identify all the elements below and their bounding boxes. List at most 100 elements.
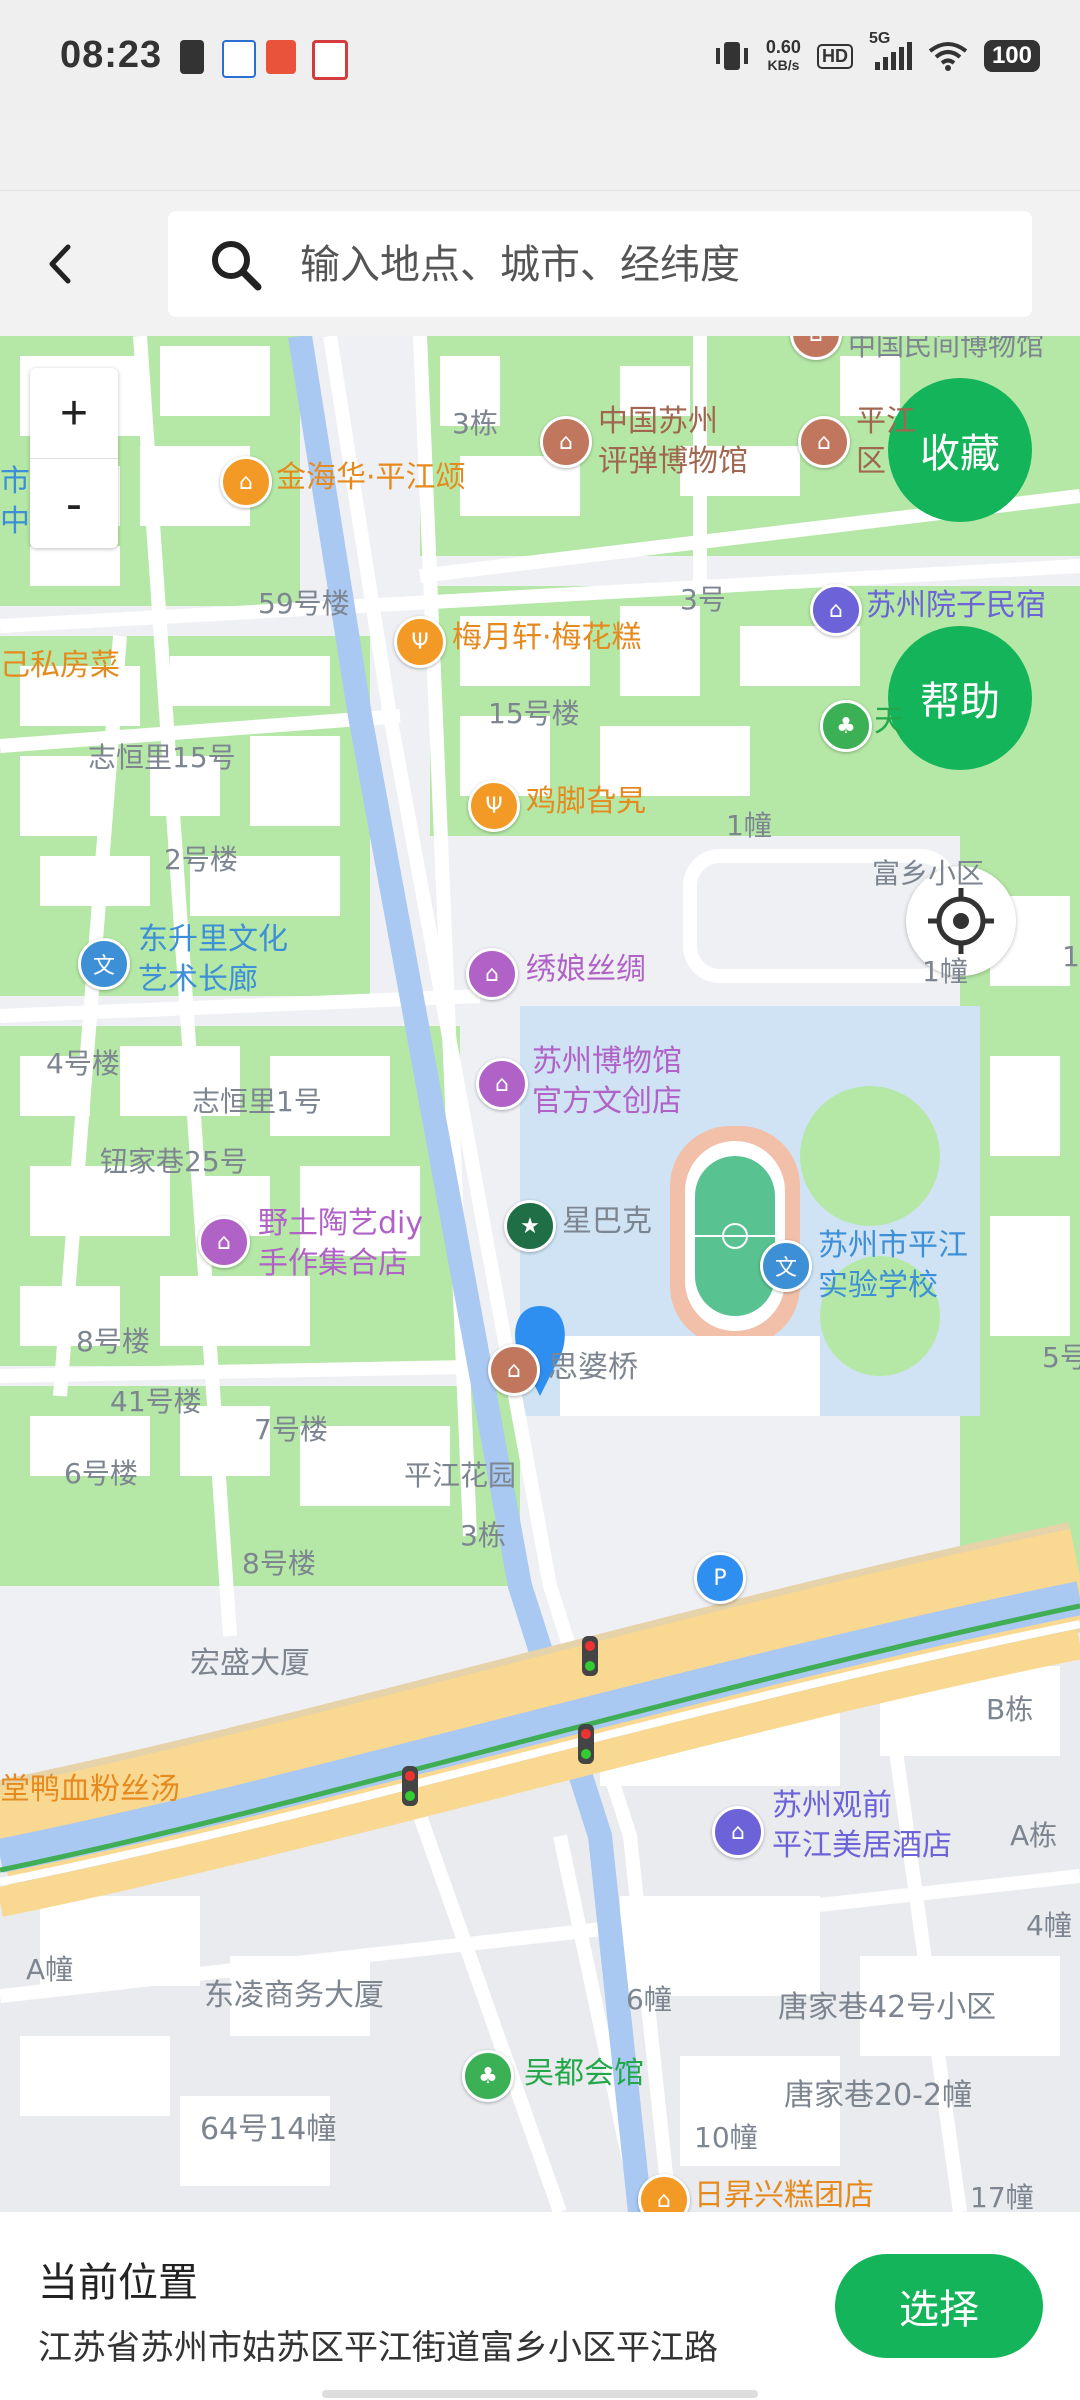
map-label: 59号楼 [258, 587, 350, 620]
map-label: 己私房菜 [0, 648, 120, 683]
clock: 08:23 [60, 34, 163, 76]
app-red-icon [266, 40, 296, 74]
hotel-icon[interactable]: ⌂ [712, 1806, 764, 1858]
map-label: 东升里文化 [138, 922, 288, 957]
map-label: 1幢 [922, 955, 968, 988]
home-indicator[interactable] [322, 2390, 758, 2398]
map-label: 思婆桥 [548, 1350, 638, 1385]
map-label: B栋 [986, 1693, 1034, 1726]
map-label: A栋 [1010, 1819, 1058, 1852]
map-label: 4幢 [1026, 1909, 1072, 1942]
map-label: 2号楼 [164, 843, 238, 876]
map-label: 中国苏州 [598, 404, 718, 439]
museum-icon[interactable]: ⌂ [798, 416, 850, 468]
map-label: 64号14幢 [200, 2112, 337, 2147]
restaurant-icon[interactable]: Ψ [468, 780, 520, 832]
zoom-in-button[interactable]: + [30, 368, 118, 458]
map-label: 实验学校 [818, 1268, 938, 1303]
search-input[interactable] [298, 229, 1002, 301]
zoom-out-button[interactable]: - [30, 459, 118, 549]
network-speed: 0.60 KB/s [765, 37, 801, 73]
battery-icon: 100 [983, 40, 1040, 72]
signal-icon: 5G [869, 30, 912, 70]
search-icon [212, 241, 262, 291]
map-label: 中 [0, 504, 30, 539]
parking-icon[interactable]: P [694, 1552, 746, 1604]
select-button[interactable]: 选择 [835, 2254, 1043, 2358]
map-label: 平江 [856, 404, 916, 439]
map-label: 苏州观前 [772, 1788, 892, 1823]
culture-icon[interactable]: 文 [78, 938, 130, 990]
map-label: 鸡脚旮旯 [526, 784, 646, 819]
status-bar: 08:23 0.60 KB/s HD 5G 100 [0, 0, 1080, 120]
map-label: 1幢 [726, 809, 772, 842]
map-label: 15号楼 [488, 697, 580, 730]
park-icon[interactable]: ♣ [462, 2050, 514, 2102]
map-view[interactable]: + - 收藏 帮助 ⌂ ⌂ ⌂ ⌂ Ψ ⌂ ♣ Ψ 文 ⌂ ⌂ ★ 文 ⌂ ⌂ … [0, 336, 1080, 2212]
map-label: A幢 [26, 1953, 74, 1986]
map-label: 评弹博物馆 [598, 444, 748, 479]
map-label: 钮家巷25号 [100, 1145, 248, 1178]
museum-icon[interactable]: ⌂ [540, 416, 592, 468]
china-unicom-icon [222, 40, 256, 78]
map-label: 3栋 [460, 1519, 506, 1552]
map-label: 10幢 [694, 2121, 758, 2154]
landmark-icon[interactable]: ⌂ [488, 1344, 540, 1396]
map-label: 天 [874, 704, 904, 739]
map-label: 8号楼 [76, 1325, 150, 1358]
map-label: 17幢 [970, 2181, 1034, 2212]
search-box[interactable] [168, 211, 1032, 317]
zoom-control: + - [30, 368, 118, 548]
help-button[interactable]: 帮助 [888, 626, 1032, 770]
map-label: 苏州博物馆 [532, 1044, 682, 1079]
map-label: 中国民间博物馆 [848, 336, 1045, 362]
map-label: 区 [856, 444, 886, 479]
map-label: 6号楼 [64, 1457, 138, 1490]
map-label: 6幢 [626, 1983, 672, 2016]
map-label: 绣娘丝绸 [526, 952, 646, 987]
map-label: 官方文创店 [532, 1084, 682, 1119]
map-label: 10 [1062, 940, 1080, 973]
map-label: 星巴克 [562, 1204, 652, 1239]
vibrate-icon [715, 42, 748, 70]
map-label: 3号 [680, 583, 726, 616]
map-label: 3栋 [452, 407, 498, 440]
hotel-icon[interactable]: ⌂ [810, 584, 862, 636]
map-label: 7号楼 [254, 1413, 328, 1446]
shop-icon[interactable]: ⌂ [198, 1216, 250, 1268]
map-label: 唐家巷20-2幢 [784, 2078, 973, 2113]
map-label: 4号楼 [46, 1047, 120, 1080]
shop-icon[interactable]: ⌂ [466, 948, 518, 1000]
school-icon[interactable]: 文 [760, 1240, 812, 1292]
status-indicators: 0.60 KB/s HD 5G 100 [714, 30, 1040, 74]
map-label: 梅月轩·梅花糕 [452, 620, 642, 655]
search-toolbar [0, 190, 1080, 337]
current-location-panel: 当前位置 江苏省苏州市姑苏区平江街道富乡小区平江路 选择 [0, 2212, 1080, 2400]
map-label: 东凌商务大厦 [204, 1978, 384, 2013]
map-label: 平江美居酒店 [772, 1828, 952, 1863]
map-label: 苏州市平江 [818, 1228, 968, 1263]
shop-icon[interactable]: ⌂ [476, 1058, 528, 1110]
map-label: 富乡小区 [872, 857, 985, 890]
map-label: 艺术长廊 [138, 962, 258, 997]
map-label: 市 [0, 464, 30, 499]
map-label: 志恒里15号 [88, 741, 236, 774]
map-label: 日昇兴糕团店 [694, 2178, 874, 2212]
map-label: 苏州院子民宿 [866, 588, 1046, 623]
map-label: 宏盛大厦 [190, 1646, 310, 1681]
map-label: 5号 [1042, 1341, 1080, 1374]
map-label: 志恒里1号 [192, 1085, 322, 1118]
wifi-icon [928, 42, 968, 71]
calendar-icon [312, 40, 348, 80]
sim-card-icon [180, 40, 204, 74]
current-address: 江苏省苏州市姑苏区平江街道富乡小区平江路 [38, 2328, 718, 2368]
map-label: 8号楼 [242, 1547, 316, 1580]
back-arrow-icon[interactable] [40, 239, 80, 289]
map-label: 吴都会馆 [524, 2056, 644, 2091]
map-label: 41号楼 [110, 1385, 202, 1418]
restaurant-icon[interactable]: Ψ [394, 616, 446, 668]
starbucks-icon[interactable]: ★ [504, 1200, 556, 1252]
hd-badge: HD [816, 43, 853, 69]
park-icon[interactable]: ♣ [820, 700, 872, 752]
shop-icon[interactable]: ⌂ [220, 456, 272, 508]
